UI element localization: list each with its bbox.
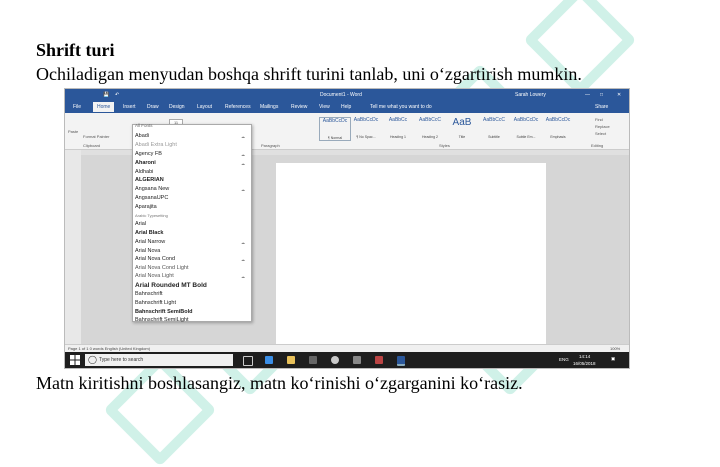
font-list-item[interactable]: Arial Narrow (135, 239, 165, 245)
style-heading-1[interactable]: AaBbCc Heading 1 (383, 117, 413, 139)
maximize-icon[interactable]: □ (600, 92, 603, 98)
user-name: Sarah Lowery (515, 92, 546, 98)
font-list-item[interactable]: Arial Rounded MT Bold (135, 282, 207, 289)
font-list-item[interactable]: AngsanaUPC (135, 195, 168, 201)
style-subtle-emphasis[interactable]: AaBbCcDc Subtle Em... (511, 117, 541, 139)
font-list-item[interactable]: Arial Nova Cond (135, 256, 175, 262)
font-list-item[interactable]: Arial Nova (135, 248, 160, 254)
format-painter-button[interactable]: Format Painter (83, 134, 109, 139)
cloud-icon: ☁ (241, 187, 245, 192)
font-list-item[interactable]: Abadi Extra Light (135, 142, 177, 148)
tab-home[interactable]: Home (93, 102, 115, 112)
style-title[interactable]: AaB Title (447, 117, 477, 139)
save-icon[interactable]: 💾 (103, 92, 109, 98)
ribbon-tabs: File Home Insert Draw Design Layout Refe… (65, 101, 629, 113)
word-titlebar: 💾 ↶ Document1 - Word Sarah Lowery — □ ✕ (65, 89, 629, 101)
font-list-item[interactable]: Agency FB (135, 151, 162, 157)
cloud-icon: ☁ (241, 257, 245, 262)
font-list-item[interactable]: Arial Nova Cond Light (135, 265, 189, 271)
cloud-icon: ☁ (241, 240, 245, 245)
styles-group-label: Styles (439, 143, 450, 148)
word-screenshot: 💾 ↶ Document1 - Word Sarah Lowery — □ ✕ … (64, 88, 630, 369)
window-title: Document1 - Word (320, 92, 362, 98)
tab-insert[interactable]: Insert (123, 104, 136, 110)
replace-button[interactable]: Replace (595, 124, 610, 129)
tab-draw[interactable]: Draw (147, 104, 159, 110)
tell-me-box[interactable]: Tell me what you want to do (370, 104, 432, 110)
task-view-icon[interactable] (243, 356, 253, 366)
font-list-item[interactable]: Angsana New (135, 186, 169, 192)
tray-language[interactable]: ENG (559, 357, 569, 362)
word-taskbar-icon[interactable] (397, 356, 405, 366)
watermark-shape (103, 353, 217, 467)
store-icon[interactable] (309, 356, 317, 364)
font-list-item[interactable]: Bahnschrift SemiLight (135, 317, 189, 323)
font-list-item[interactable]: Bahnschrift (135, 291, 163, 297)
taskbar-search-text: Type here to search (99, 357, 144, 363)
tab-view[interactable]: View (319, 104, 330, 110)
select-button[interactable]: Select (595, 131, 606, 136)
notification-icon[interactable]: ▣ (611, 356, 615, 362)
windows-taskbar: ◯ Type here to search ENG 14:14 16/05/20… (65, 352, 629, 368)
font-list-item[interactable]: ALGERIAN (135, 177, 164, 183)
font-list-item[interactable]: Aldhabi (135, 169, 153, 175)
font-list-item[interactable]: Aparajita (135, 204, 157, 210)
left-margin (65, 150, 81, 344)
font-list-item[interactable]: Arial Black (135, 230, 163, 236)
style-emphasis[interactable]: AaBbCcDc Emphasis (543, 117, 573, 139)
paste-button[interactable]: Paste (68, 129, 78, 134)
style-subtitle[interactable]: AaBbCcC Subtitle (479, 117, 509, 139)
tab-references[interactable]: References (225, 104, 251, 110)
font-dropdown-list[interactable]: All Fonts Abadi Abadi Extra Light Agency… (132, 123, 252, 323)
taskbar-search-box[interactable]: ◯ Type here to search (85, 354, 233, 366)
clock-time[interactable]: 14:14 (579, 354, 590, 359)
app-icon[interactable] (375, 356, 383, 364)
status-text: Page 1 of 1 0 words English (United King… (68, 346, 151, 351)
font-list-item[interactable]: Arial (135, 221, 146, 227)
document-page[interactable] (276, 163, 546, 344)
font-list-item[interactable]: Bahnschrift SemiBold (135, 309, 192, 315)
page-subtitle: Ochiladigan menyudan boshqa shrift turin… (36, 64, 582, 84)
page-title: Shrift turi (36, 40, 115, 60)
font-list-item[interactable]: Aharoni (135, 160, 156, 166)
minimize-icon[interactable]: — (585, 92, 590, 98)
cloud-icon: ☁ (241, 161, 245, 166)
edge-icon[interactable] (265, 356, 273, 364)
undo-icon[interactable]: ↶ (115, 92, 119, 98)
font-list-item[interactable]: Bahnschrift Light (135, 300, 176, 306)
clock-date[interactable]: 16/05/2018 (573, 361, 596, 366)
zoom-level[interactable]: 100% (610, 346, 620, 351)
tab-help[interactable]: Help (341, 104, 351, 110)
tab-file[interactable]: File (73, 104, 81, 110)
style-normal[interactable]: AaBbCcDc ¶ Normal (319, 117, 351, 141)
close-icon[interactable]: ✕ (617, 92, 621, 98)
editing-group-label: Editing (591, 143, 604, 148)
share-button[interactable]: Share (595, 104, 608, 110)
style-no-spacing[interactable]: AaBbCcDc ¶ No Spac... (351, 117, 381, 139)
search-icon: ◯ (88, 355, 97, 364)
font-list-item[interactable]: Arabic Typesetting (135, 213, 168, 218)
bottom-caption: Matn kiritishni boshlasangiz, matn ko‘ri… (36, 373, 523, 393)
tab-design[interactable]: Design (169, 104, 185, 110)
font-list-item[interactable]: Arial Nova Light (135, 273, 174, 279)
font-list-item[interactable]: Abadi (135, 133, 149, 139)
tab-layout[interactable]: Layout (197, 104, 212, 110)
paragraph-group-label: Paragraph (261, 143, 280, 148)
explorer-icon[interactable] (287, 356, 295, 364)
app-icon[interactable] (353, 356, 361, 364)
cloud-icon: ☁ (241, 152, 245, 157)
chrome-icon[interactable] (331, 356, 339, 364)
tab-review[interactable]: Review (291, 104, 307, 110)
cloud-icon: ☁ (241, 134, 245, 139)
find-button[interactable]: Find (595, 117, 603, 122)
cloud-icon: ☁ (241, 274, 245, 279)
windows-start-icon[interactable] (70, 355, 80, 365)
font-list-item: All Fonts (135, 123, 153, 128)
tab-mailings[interactable]: Mailings (260, 104, 278, 110)
clipboard-group-label: Clipboard (83, 143, 101, 148)
style-heading-2[interactable]: AaBbCcC Heading 2 (415, 117, 445, 139)
